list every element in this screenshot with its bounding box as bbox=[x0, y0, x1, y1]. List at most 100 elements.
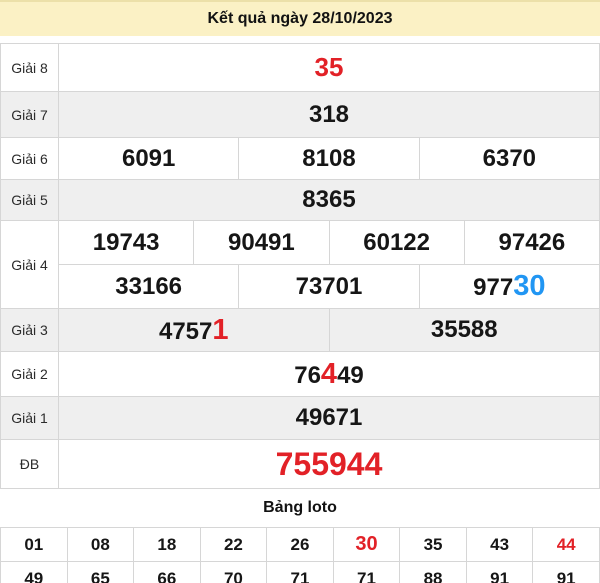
value-segment: 49 bbox=[24, 568, 44, 583]
value-segment: 30 bbox=[355, 533, 378, 555]
value-text: 71 bbox=[357, 569, 376, 583]
value-segment: 6370 bbox=[482, 144, 537, 172]
prize-value: 6091 bbox=[59, 138, 238, 179]
prize-lines: 76449 bbox=[59, 352, 599, 396]
loto-cell: 65 bbox=[66, 561, 135, 583]
prize-value: 318 bbox=[59, 92, 599, 137]
value-segment: 76 bbox=[294, 361, 321, 389]
value-segment: 90491 bbox=[228, 228, 295, 256]
prize-lines: 19743 90491 60122 97426 33166 73701 97730 bbox=[59, 221, 599, 308]
prize-label-giai-5: Giải 5 bbox=[1, 180, 59, 220]
value-segment: 97426 bbox=[498, 228, 566, 256]
loto-cell: 91 bbox=[532, 561, 600, 583]
value-text: 755944 bbox=[276, 446, 383, 483]
prize-label-giai-2: Giải 2 bbox=[1, 352, 59, 396]
value-text: 91 bbox=[557, 569, 576, 583]
value-text: 76449 bbox=[294, 358, 364, 391]
value-segment: 71 bbox=[357, 568, 376, 583]
loto-cell: 22 bbox=[199, 527, 268, 562]
loto-row: 49 65 66 70 71 71 88 91 91 bbox=[0, 561, 600, 583]
prize-line: 33166 73701 97730 bbox=[59, 264, 599, 308]
prize-value: 19743 bbox=[59, 221, 193, 264]
prize-table: Giải 8 35 Giải 7 318 Giải 6 6091 8108 6370 Giải … bbox=[0, 43, 600, 489]
value-text: 35588 bbox=[431, 316, 498, 344]
loto-cell: 88 bbox=[399, 561, 467, 583]
value-segment: 26 bbox=[290, 534, 310, 554]
value-text: 6370 bbox=[483, 145, 536, 173]
value-segment: 49671 bbox=[295, 404, 363, 431]
prize-row-giai-6: Giải 6 6091 8108 6370 bbox=[1, 138, 599, 180]
value-segment: 30 bbox=[513, 270, 546, 302]
value-segment: 49 bbox=[337, 361, 364, 389]
loto-table: 01 08 18 22 26 30 35 43 44 49 65 66 70 71 71 88 91 91 bbox=[0, 527, 600, 583]
loto-row: 01 08 18 22 26 30 35 43 44 bbox=[0, 527, 600, 562]
prize-value: 73701 bbox=[238, 265, 418, 308]
prize-value: 35 bbox=[59, 44, 599, 91]
prize-row-db: ĐB 755944 bbox=[1, 440, 599, 488]
prize-value: 8108 bbox=[238, 138, 418, 179]
prize-label-giai-6: Giải 6 bbox=[1, 138, 59, 179]
value-segment: 91 bbox=[490, 568, 510, 583]
value-segment: 8108 bbox=[302, 144, 356, 172]
value-segment: 977 bbox=[473, 274, 514, 301]
lottery-results-page: Kết quả ngày 28/10/2023 Giải 8 35 Giải 7 31… bbox=[0, 0, 600, 583]
loto-cell: 71 bbox=[266, 561, 334, 583]
value-text: 43 bbox=[490, 535, 509, 554]
loto-cell: 18 bbox=[133, 527, 201, 562]
prize-line: 755944 bbox=[59, 440, 599, 488]
prize-line: 8365 bbox=[59, 180, 599, 220]
value-text: 22 bbox=[224, 535, 243, 554]
loto-cell: 71 bbox=[332, 561, 401, 583]
value-segment: 33166 bbox=[115, 272, 183, 300]
value-segment: 6091 bbox=[121, 144, 176, 172]
value-segment: 60122 bbox=[363, 228, 430, 256]
value-text: 49671 bbox=[296, 404, 363, 432]
value-text: 88 bbox=[424, 569, 443, 583]
prize-lines: 318 bbox=[59, 92, 599, 137]
value-segment: 1 bbox=[212, 313, 229, 346]
value-text: 08 bbox=[91, 535, 110, 554]
value-segment: 35588 bbox=[430, 316, 498, 343]
prize-lines: 755944 bbox=[59, 440, 599, 488]
prize-label-giai-7: Giải 7 bbox=[1, 92, 59, 137]
value-segment: 18 bbox=[157, 534, 177, 554]
loto-title: Bảng loto bbox=[263, 499, 337, 516]
value-segment: 318 bbox=[308, 100, 350, 128]
loto-header: Bảng loto bbox=[0, 489, 600, 527]
value-segment: 91 bbox=[556, 568, 576, 583]
loto-cell: 91 bbox=[465, 561, 534, 583]
prize-value: 47571 bbox=[59, 309, 329, 351]
prize-value: 49671 bbox=[59, 397, 599, 439]
value-text: 97730 bbox=[473, 270, 545, 303]
value-segment: 22 bbox=[223, 534, 243, 554]
header-spacer bbox=[0, 36, 600, 43]
prize-line: 19743 90491 60122 97426 bbox=[59, 221, 599, 264]
value-segment: 44 bbox=[556, 534, 576, 554]
prize-value: 8365 bbox=[59, 180, 599, 220]
prize-line: 49671 bbox=[59, 397, 599, 439]
loto-table-body: 01 08 18 22 26 30 35 43 44 49 65 66 70 71 71 88 91 91 bbox=[0, 527, 600, 583]
value-text: 35 bbox=[424, 535, 443, 554]
prize-label-db: ĐB bbox=[1, 440, 59, 488]
prize-line: 47571 35588 bbox=[59, 309, 599, 351]
value-text: 35 bbox=[315, 52, 344, 83]
value-segment: 4757 bbox=[158, 317, 213, 345]
prize-line: 6091 8108 6370 bbox=[59, 138, 599, 179]
prize-label-giai-3: Giải 3 bbox=[1, 309, 59, 351]
prize-row-giai-5: Giải 5 8365 bbox=[1, 180, 599, 221]
prize-value: 33166 bbox=[59, 265, 238, 308]
value-text: 44 bbox=[557, 535, 576, 554]
prize-row-giai-4: Giải 4 19743 90491 60122 97426 33166 73701 9773… bbox=[1, 221, 599, 309]
prize-lines: 35 bbox=[59, 44, 599, 91]
prize-label-giai-1: Giải 1 bbox=[1, 397, 59, 439]
loto-cell: 26 bbox=[266, 527, 334, 562]
prize-row-giai-7: Giải 7 318 bbox=[1, 92, 599, 138]
prize-row-giai-3: Giải 3 47571 35588 bbox=[1, 309, 599, 352]
value-segment: 8365 bbox=[302, 186, 356, 213]
prize-row-giai-8: Giải 8 35 bbox=[1, 44, 599, 92]
value-text: 71 bbox=[291, 569, 310, 583]
value-segment: 35 bbox=[314, 52, 344, 82]
prize-row-giai-1: Giải 1 49671 bbox=[1, 397, 599, 440]
prize-value: 35588 bbox=[328, 309, 600, 351]
value-text: 26 bbox=[291, 535, 310, 554]
